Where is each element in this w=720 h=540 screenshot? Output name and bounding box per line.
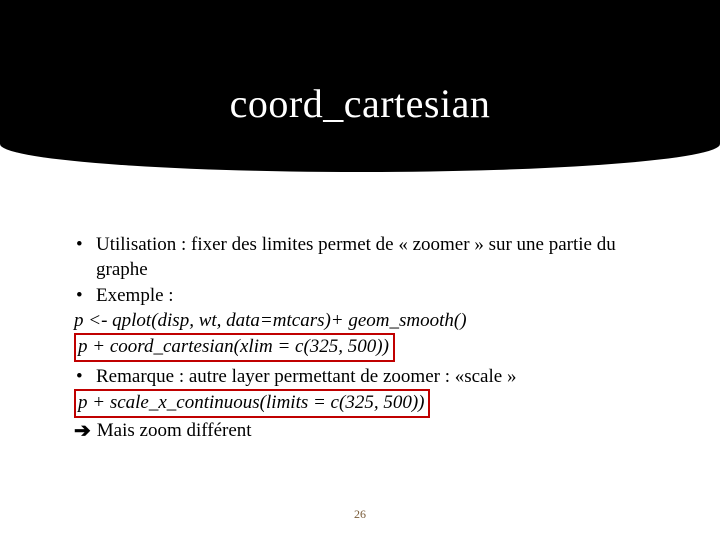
- conclusion-row: ➔ Mais zoom différent: [74, 418, 666, 445]
- code-line-scale-wrapper: p + scale_x_continuous(limits = c(325, 5…: [74, 389, 666, 418]
- bullet-text: Utilisation : fixer des limites permet d…: [96, 232, 666, 283]
- bullet-dot-icon: •: [74, 283, 96, 308]
- bullet-exemple: • Exemple :: [74, 283, 666, 308]
- bullet-text: Remarque : autre layer permettant de zoo…: [96, 364, 666, 389]
- bullet-remarque: • Remarque : autre layer permettant de z…: [74, 364, 666, 389]
- bullet-text: Exemple :: [96, 283, 666, 308]
- bullet-utilisation: • Utilisation : fixer des limites permet…: [74, 232, 666, 283]
- highlighted-code-scale: p + scale_x_continuous(limits = c(325, 5…: [74, 389, 430, 418]
- page-number: 26: [0, 507, 720, 522]
- page-title: coord_cartesian: [0, 80, 720, 127]
- highlighted-code-coord: p + coord_cartesian(xlim = c(325, 500)): [74, 333, 395, 362]
- code-line-coord-cartesian-wrapper: p + coord_cartesian(xlim = c(325, 500)): [74, 333, 666, 362]
- bullet-dot-icon: •: [74, 364, 96, 389]
- arrow-right-icon: ➔: [74, 418, 91, 445]
- conclusion-text: Mais zoom différent: [97, 418, 252, 443]
- bullet-dot-icon: •: [74, 232, 96, 257]
- slide-content: • Utilisation : fixer des limites permet…: [74, 232, 666, 444]
- code-line-qplot: p <- qplot(disp, wt, data=mtcars)+ geom_…: [74, 308, 666, 333]
- header-band: coord_cartesian: [0, 0, 720, 172]
